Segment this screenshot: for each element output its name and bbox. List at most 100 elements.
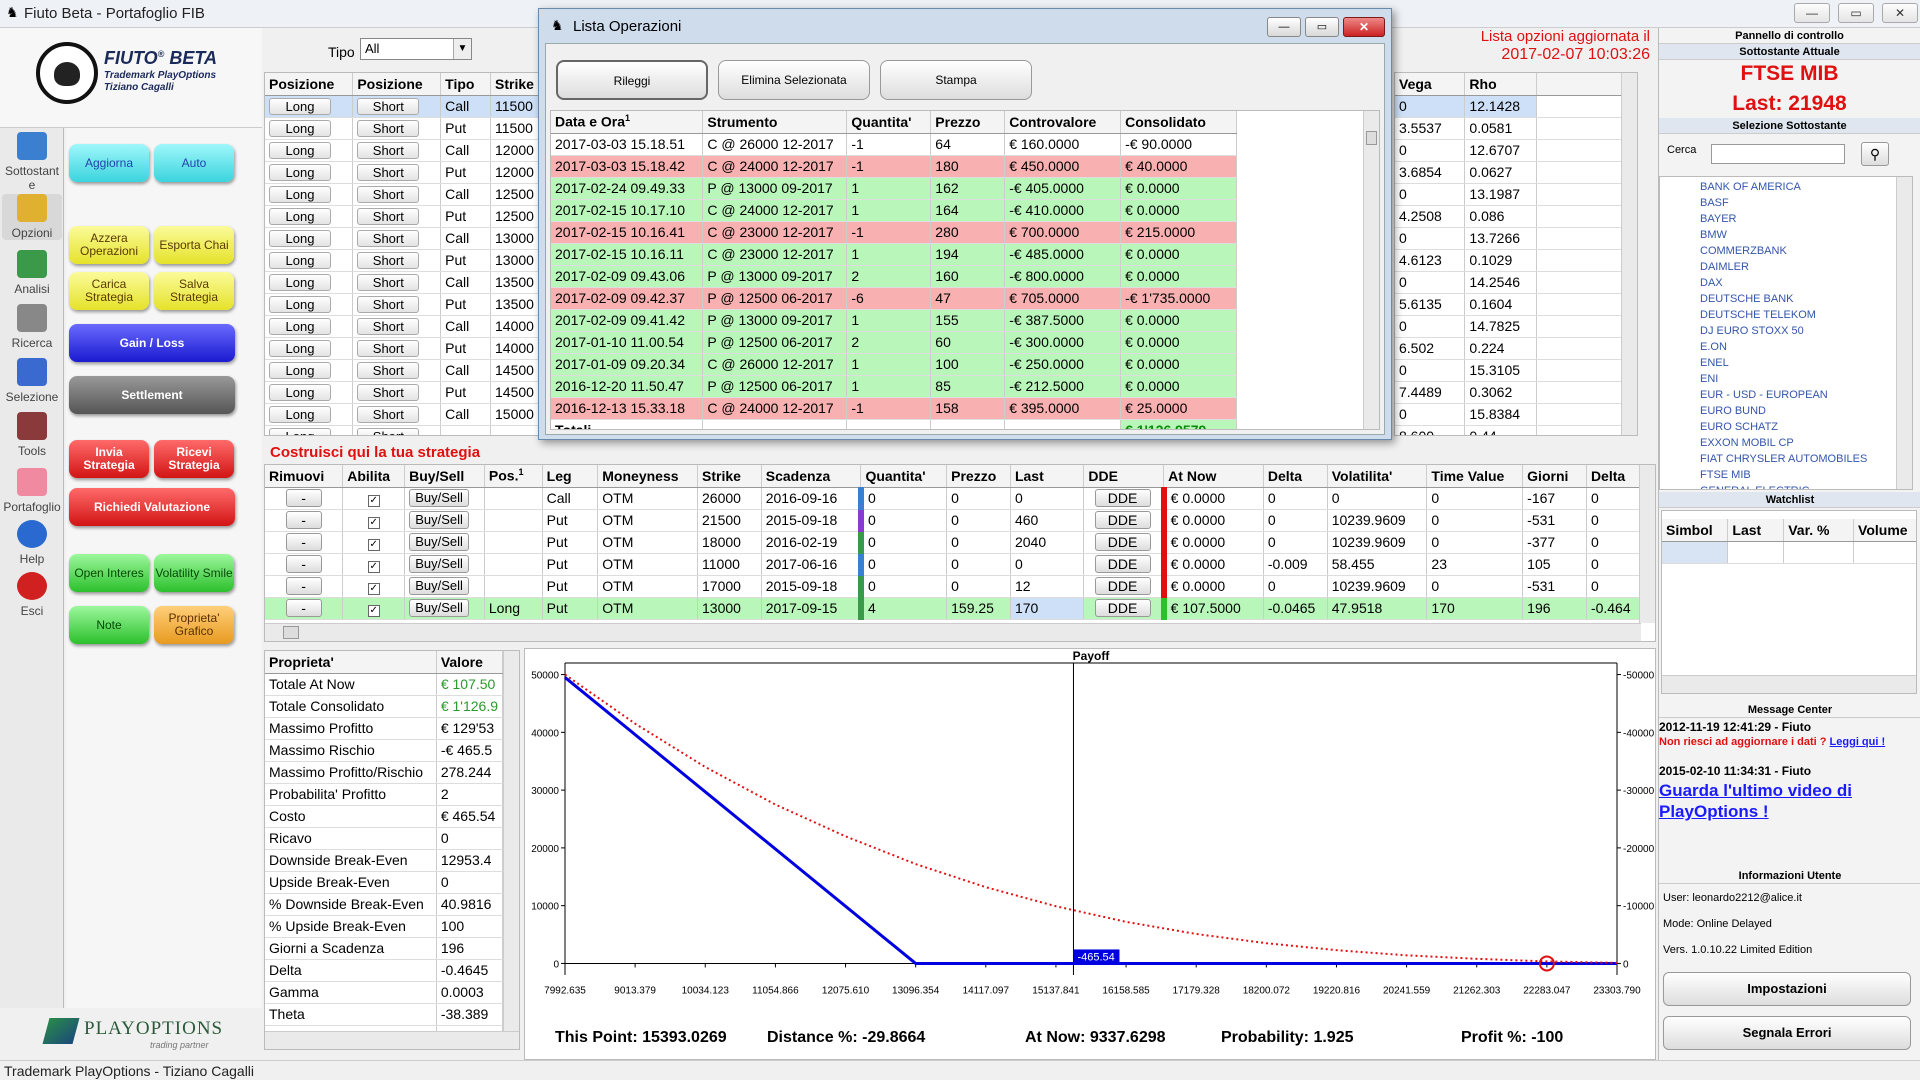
underlying-list-item[interactable]: BMW	[1700, 227, 1912, 243]
strategy-header[interactable]: Leg	[542, 465, 599, 488]
search-icon[interactable]: ⚲	[1861, 142, 1889, 166]
table-row[interactable]: 2017-02-15 10.17.10 C @ 24000 12-2017 1 164…	[551, 199, 1237, 222]
short-button[interactable]: Short	[357, 207, 420, 225]
settlement-button[interactable]: Settlement	[69, 376, 235, 414]
strategy-header[interactable]: Giorni	[1522, 465, 1587, 488]
nav-folder[interactable]: Opzioni	[2, 194, 62, 240]
strategy-quantita-cell[interactable]: 0	[857, 553, 948, 576]
note-button[interactable]: Note	[69, 606, 149, 644]
properties-header[interactable]: Valore	[436, 651, 504, 674]
short-button[interactable]: Short	[357, 119, 420, 137]
table-row[interactable]: 2017-01-09 09.20.34 C @ 26000 12-2017 1 100…	[551, 353, 1237, 376]
table-row[interactable]: Gamma 0.0003	[265, 981, 504, 1004]
volatility-smile-button[interactable]: Volatility Smile	[154, 554, 234, 592]
invia-strategia-button[interactable]: Invia Strategia	[69, 440, 149, 478]
rileggi-button[interactable]: Rileggi	[556, 60, 708, 100]
table-row[interactable]: 7.4489 0.3062	[1395, 381, 1623, 404]
underlying-list-item[interactable]: DEUTSCHE BANK	[1700, 291, 1912, 307]
table-row[interactable]: % Downside Break-Even 40.9816	[265, 893, 504, 916]
underlying-list-item[interactable]: DJ EURO STOXX 50	[1700, 323, 1912, 339]
strategy-quantita-cell[interactable]: 4	[857, 597, 948, 620]
elimina-selezionata-button[interactable]: Elimina Selezionata	[718, 60, 870, 100]
underlying-list-item[interactable]: BASF	[1700, 195, 1912, 211]
strategy-header[interactable]: Volatilita'	[1327, 465, 1428, 488]
table-row[interactable]: Costo € 465.54	[265, 805, 504, 828]
table-row[interactable]: 8.600 0.44	[1395, 425, 1623, 435]
strategy-prezzo-cell[interactable]: 0	[946, 553, 1011, 576]
options-cell[interactable]: Long	[265, 183, 354, 206]
operations-header[interactable]: Prezzo	[930, 111, 1006, 134]
message2-link[interactable]: Guarda l'ultimo video di PlayOptions !	[1659, 780, 1889, 822]
table-row[interactable]: Long Short Call 14500	[265, 359, 539, 382]
nav-piggy[interactable]: Portafoglio	[2, 468, 62, 514]
table-row[interactable]: Long Short Put 14500	[265, 381, 539, 404]
underlying-list-item[interactable]: BANK OF AMERICA	[1700, 179, 1912, 195]
minimize-button[interactable]: —	[1794, 3, 1830, 23]
underlying-list-item[interactable]: FTSE MIB	[1700, 467, 1912, 483]
options-cell[interactable]: Long	[265, 403, 354, 426]
watchlist-header[interactable]: Var. %	[1783, 519, 1855, 542]
options-cell[interactable]: Short	[352, 205, 442, 228]
long-button[interactable]: Long	[269, 141, 331, 159]
table-row[interactable]: 0 14.7825	[1395, 315, 1623, 338]
options-cell[interactable]: Short	[352, 337, 442, 360]
options-cell[interactable]: Short	[352, 161, 442, 184]
aggiorna-button[interactable]: Aggiorna	[69, 144, 149, 182]
azzera-operazioni-button[interactable]: Azzera Operazioni	[69, 226, 149, 264]
strategy-prezzo-cell[interactable]: 159.25	[946, 597, 1011, 620]
strategy-row[interactable]: - ✓ Buy/Sell Put OTM 21500 2015-09-18 0 0 460 DDE €…	[265, 509, 1642, 532]
strategy-prezzo-cell[interactable]: 0	[946, 509, 1011, 532]
remove-leg-button[interactable]: -	[285, 533, 322, 551]
table-row[interactable]: 4.2508 0.086	[1395, 205, 1623, 228]
options-cell[interactable]: Long	[265, 95, 354, 118]
strategy-scrollbar[interactable]	[1639, 465, 1655, 623]
strategy-header[interactable]: Moneyness	[597, 465, 699, 488]
properties-header[interactable]: Proprieta'	[265, 651, 437, 674]
options-cell[interactable]: Short	[352, 381, 442, 404]
options-cell[interactable]: Long	[265, 249, 354, 272]
table-row[interactable]: Long Short Put 12000	[265, 161, 539, 184]
strategy-row[interactable]: - ✓ Buy/Sell Long Put OTM 13000 2017-09-15 4 159.…	[265, 597, 1642, 620]
strategy-quantita-cell[interactable]: 0	[857, 509, 948, 532]
nav-help[interactable]: Help	[2, 520, 62, 566]
long-button[interactable]: Long	[269, 229, 331, 247]
options-cell[interactable]: Long	[265, 337, 354, 360]
short-button[interactable]: Short	[357, 273, 420, 291]
message1-link[interactable]: Leggi qui !	[1830, 736, 1886, 748]
table-row[interactable]: 0 15.8384	[1395, 403, 1623, 426]
table-row[interactable]: Long Short Call 12500	[265, 183, 539, 206]
table-row[interactable]: Long Short	[265, 425, 539, 435]
carica-strategia-button[interactable]: Carica Strategia	[69, 272, 149, 310]
short-button[interactable]: Short	[357, 317, 420, 335]
strategy-quantita-cell[interactable]: 0	[857, 487, 948, 510]
remove-leg-button[interactable]: -	[285, 577, 322, 595]
options-cell[interactable]: Short	[352, 359, 442, 382]
nav-magnifier[interactable]: Selezione	[2, 358, 62, 404]
options-cell[interactable]: Short	[352, 249, 442, 272]
table-row[interactable]: Long Short Put 13500	[265, 293, 539, 316]
underlying-scrollbar[interactable]	[1896, 177, 1912, 489]
options-header[interactable]: Posizione	[352, 73, 442, 96]
remove-leg-button[interactable]: -	[285, 599, 322, 617]
underlying-list-item[interactable]: COMMERZBANK	[1700, 243, 1912, 259]
table-row[interactable]: Giorni a Scadenza 196	[265, 937, 504, 960]
options-cell[interactable]: Long	[265, 271, 354, 294]
esporta-chain-button[interactable]: Esporta Chai	[154, 226, 234, 264]
nav-chart-bars[interactable]: Sottostant e	[2, 132, 62, 192]
underlying-list-item[interactable]: BAYER	[1700, 211, 1912, 227]
short-button[interactable]: Short	[357, 163, 420, 181]
buy-sell-button[interactable]: Buy/Sell	[409, 533, 470, 551]
table-row[interactable]: Ricavo 0	[265, 827, 504, 850]
strategy-header[interactable]: At Now	[1163, 465, 1264, 488]
underlying-list-item[interactable]: E.ON	[1700, 339, 1912, 355]
strategy-quantita-cell[interactable]: 0	[857, 531, 948, 554]
options-cell[interactable]: Short	[352, 117, 442, 140]
long-button[interactable]: Long	[269, 273, 331, 291]
dde-button[interactable]: DDE	[1094, 533, 1151, 551]
remove-leg-button[interactable]: -	[285, 489, 322, 507]
short-button[interactable]: Short	[357, 405, 420, 423]
strategy-prezzo-cell[interactable]: 0	[946, 487, 1011, 510]
table-row[interactable]: Long Short Call 13000	[265, 227, 539, 250]
short-button[interactable]: Short	[357, 383, 420, 401]
table-row[interactable]: Long Short Put 13000	[265, 249, 539, 272]
